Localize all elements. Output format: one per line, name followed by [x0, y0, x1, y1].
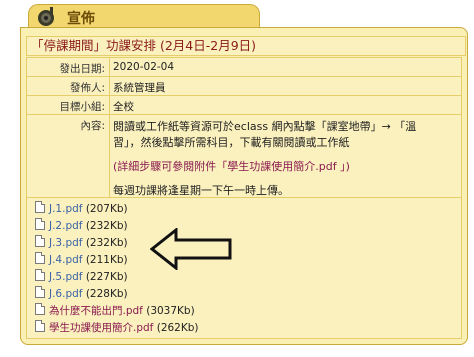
content-line-3-prefix: (詳細步驟可參閱附件「 [113, 160, 228, 173]
announcement-content: 閱讀或工作紙等資源可於eclass 網內點擊「課室地帶」→ 「溫 習」，然後點擊… [113, 119, 453, 199]
attachment-item[interactable]: J.3.pdf (232Kb) [35, 235, 128, 250]
file-icon [35, 201, 45, 213]
content-line-4: 每週功課將逢星期一下午一時上傳。 [113, 184, 289, 197]
speaker-icon [38, 7, 54, 26]
info-row-date: 發出日期: 2020-02-04 [27, 58, 461, 77]
publisher-value: 系統管理員 [113, 82, 166, 94]
file-icon [35, 218, 45, 230]
attachment-name[interactable]: J.6.pdf [49, 288, 82, 300]
attachment-item[interactable]: J.6.pdf (228Kb) [35, 286, 128, 301]
attachment-name[interactable]: J.2.pdf [49, 220, 82, 232]
attachment-item[interactable]: J.4.pdf (211Kb) [35, 252, 128, 267]
attachment-size: (262Kb) [156, 322, 199, 334]
content-line-2: 習」，然後點擊所需科目，下載有關閱讀或工作紙 [113, 136, 350, 149]
content-line-3-suffix: 」) [336, 160, 350, 173]
date-label: 發出日期: [59, 63, 105, 75]
info-row-publisher: 發佈人: 系統管理員 [27, 77, 461, 96]
attachment-size: (207Kb) [85, 203, 128, 215]
attachment-name[interactable]: J.5.pdf [49, 271, 82, 283]
date-value: 2020-02-04 [113, 61, 175, 73]
announcement-tab: 宣佈 [28, 4, 260, 29]
attachment-name[interactable]: J.4.pdf [49, 254, 82, 266]
info-row-target: 目標小組: 全校 [27, 96, 461, 115]
attachment-name[interactable]: J.3.pdf [49, 237, 82, 249]
target-group-value: 全校 [113, 101, 134, 113]
tab-title: 宣佈 [67, 11, 95, 27]
attachment-list: J.1.pdf (207Kb) J.2.pdf (232Kb) J.3.pdf … [26, 197, 462, 339]
file-icon [35, 235, 45, 247]
info-row-content: 內容: 閱讀或工作紙等資源可於eclass 網內點擊「課室地帶」→ 「溫 習」，… [27, 115, 461, 197]
announcement-info-table: 發出日期: 2020-02-04 發佈人: 系統管理員 目標小組: 全校 內容:… [26, 57, 462, 198]
attachment-item[interactable]: J.5.pdf (227Kb) [35, 269, 128, 284]
attachment-size: (3037Kb) [146, 305, 195, 317]
attachment-name[interactable]: J.1.pdf [49, 203, 82, 215]
attachment-name[interactable]: 為什麼不能出門.pdf [49, 305, 143, 317]
attachment-size: (211Kb) [85, 254, 128, 266]
file-icon [35, 252, 45, 264]
attachment-size: (228Kb) [85, 288, 128, 300]
attachment-size: (227Kb) [85, 271, 128, 283]
publisher-label: 發佈人: [69, 82, 105, 94]
attachment-item[interactable]: 學生功課使用簡介.pdf (262Kb) [35, 320, 199, 335]
attachment-size: (232Kb) [85, 220, 128, 232]
content-attachment-link[interactable]: 學生功課使用簡介.pdf [227, 160, 336, 173]
file-icon [35, 303, 45, 315]
file-icon [35, 269, 45, 281]
announcement-heading: 「停課期間」功課安排 (2月4日-2月9日) [26, 36, 466, 56]
attachment-size: (232Kb) [85, 237, 128, 249]
content-line-1: 閱讀或工作紙等資源可於eclass 網內點擊「課室地帶」→ 「溫 [113, 120, 417, 133]
attachment-item[interactable]: 為什麼不能出門.pdf (3037Kb) [35, 303, 195, 318]
left-arrow-icon [150, 228, 232, 270]
content-label: 內容: [80, 120, 105, 132]
attachment-name[interactable]: 學生功課使用簡介.pdf [49, 322, 153, 334]
file-icon [35, 320, 45, 332]
attachment-item[interactable]: J.1.pdf (207Kb) [35, 201, 128, 216]
file-icon [35, 286, 45, 298]
attachment-item[interactable]: J.2.pdf (232Kb) [35, 218, 128, 233]
target-group-label: 目標小組: [59, 101, 105, 113]
